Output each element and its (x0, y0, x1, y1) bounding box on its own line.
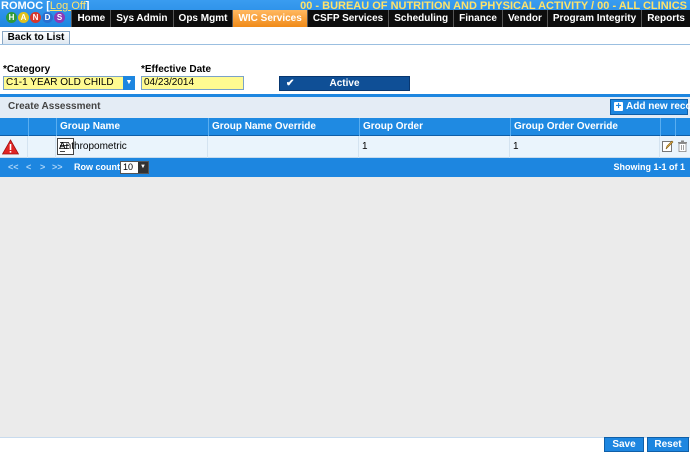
plus-icon: + (614, 101, 623, 112)
nav-sys-admin[interactable]: Sys Admin (110, 10, 173, 27)
nav-finance[interactable]: Finance (453, 10, 502, 27)
add-new-record-label: Add new record (626, 101, 690, 112)
col-header-delete (675, 118, 690, 136)
col-header-group-order-override[interactable]: Group Order Override (510, 118, 660, 136)
col-header-group-name[interactable]: Group Name (56, 118, 208, 136)
next-page-button[interactable]: > (40, 162, 45, 172)
cell-group-name: Anthropometric (56, 136, 208, 158)
col-header-warning (0, 118, 28, 136)
hands-logo: H A N D S (4, 9, 74, 27)
main-nav: Home Sys Admin Ops Mgmt WIC Services CSF… (71, 10, 690, 27)
nav-home[interactable]: Home (71, 10, 111, 27)
first-page-button[interactable]: << (8, 162, 19, 172)
active-status-label: Active (329, 78, 360, 89)
category-value: C1-1 YEAR OLD CHILD (6, 77, 114, 88)
row-count-select[interactable]: 10 ▼ (120, 161, 149, 174)
nav-ops-mgmt[interactable]: Ops Mgmt (172, 10, 233, 27)
col-header-icon (28, 118, 56, 136)
grid-pager: << < > >> Row count: 10 ▼ Showing 1-1 of… (0, 158, 690, 177)
category-label: *Category (3, 64, 51, 75)
save-button[interactable]: Save (604, 437, 644, 452)
col-header-edit (660, 118, 675, 136)
cell-group-name-override (208, 136, 359, 158)
table-row[interactable]: Anthropometric 1 1 (0, 136, 690, 158)
col-header-group-order[interactable]: Group Order (359, 118, 510, 136)
nav-csfp-services[interactable]: CSFP Services (306, 10, 389, 27)
divider (0, 44, 690, 45)
add-new-record-button[interactable]: +Add new record (610, 99, 690, 115)
edit-icon[interactable] (662, 140, 674, 152)
chevron-down-icon[interactable]: ▼ (138, 162, 148, 173)
cell-group-order: 1 (359, 136, 510, 158)
nav-scheduling[interactable]: Scheduling (388, 10, 454, 27)
prev-page-button[interactable]: < (26, 162, 31, 172)
effective-date-field[interactable]: 04/23/2014 (141, 76, 244, 90)
chevron-down-icon[interactable]: ▼ (123, 76, 135, 90)
form-icon-cell (28, 136, 74, 158)
last-page-button[interactable]: >> (52, 162, 63, 172)
col-header-group-name-override[interactable]: Group Name Override (208, 118, 359, 136)
reset-button[interactable]: Reset (647, 437, 689, 452)
active-status-button[interactable]: ✔ Active (279, 76, 410, 91)
check-icon: ✔ (286, 78, 295, 89)
showing-count: Showing 1-1 of 1 (613, 162, 685, 172)
row-count-value: 10 (123, 162, 134, 172)
trash-icon[interactable] (677, 140, 688, 152)
grid-header: Group Name Group Name Override Group Ord… (0, 118, 690, 136)
category-select[interactable]: C1-1 YEAR OLD CHILD ▼ (3, 76, 135, 90)
nav-reports[interactable]: Reports (641, 10, 690, 27)
panel-header: Create Assessment +Add new record (0, 97, 690, 118)
nav-program-integrity[interactable]: Program Integrity (546, 10, 642, 27)
warning-icon[interactable] (2, 139, 19, 155)
effective-date-label: *Effective Date (141, 64, 212, 75)
row-count-label: Row count: (74, 162, 123, 172)
warning-cell (0, 136, 28, 158)
nav-vendor[interactable]: Vendor (501, 10, 547, 27)
cell-group-order-override: 1 (510, 136, 660, 158)
back-to-list-button[interactable]: Back to List (2, 31, 70, 45)
nav-wic-services[interactable]: WIC Services (232, 10, 307, 27)
footer-divider (0, 437, 690, 438)
top-header: ROMOC [Log Off] 00 - BUREAU OF NUTRITION… (0, 0, 690, 27)
panel-title: Create Assessment (8, 101, 101, 112)
empty-content-area (0, 177, 690, 437)
